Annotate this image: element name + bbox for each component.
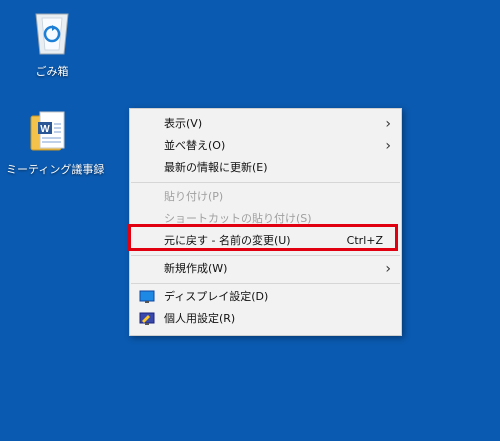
recycle-bin-label: ごみ箱: [35, 65, 69, 78]
menu-item-label: 個人用設定(R): [164, 312, 236, 325]
menu-item-label: 新規作成(W): [164, 262, 228, 275]
menu-item-sort[interactable]: 並べ替え(O) ›: [130, 135, 401, 157]
menu-separator: [131, 283, 400, 284]
menu-item-label: 並べ替え(O): [164, 139, 226, 152]
document-label: ミーティング議事録: [6, 163, 105, 176]
menu-item-paste: 貼り付け(P): [130, 186, 401, 208]
menu-item-view[interactable]: 表示(V) ›: [130, 113, 401, 135]
highlight-box: [128, 224, 398, 251]
menu-separator: [131, 182, 400, 183]
menu-item-display-settings[interactable]: ディスプレイ設定(D): [130, 286, 401, 308]
document-desktop-icon[interactable]: W ミーティング議事録: [6, 110, 105, 177]
menu-item-refresh[interactable]: 最新の情報に更新(E): [130, 157, 401, 179]
chevron-right-icon: ›: [385, 138, 391, 154]
menu-item-label: 最新の情報に更新(E): [164, 161, 268, 174]
word-document-icon: W: [30, 111, 65, 151]
menu-item-label: 表示(V): [164, 117, 203, 130]
menu-separator: [131, 255, 400, 256]
chevron-right-icon: ›: [385, 261, 391, 277]
recycle-bin-icon: [35, 13, 69, 55]
desktop-context-menu: 表示(V) › 並べ替え(O) › 最新の情報に更新(E) 貼り付け(P) ショ…: [129, 108, 402, 336]
menu-item-label: 貼り付け(P): [164, 190, 224, 203]
menu-item-personalize[interactable]: 個人用設定(R): [130, 308, 401, 330]
menu-item-label: ディスプレイ設定(D): [164, 290, 269, 303]
chevron-right-icon: ›: [385, 116, 391, 132]
menu-item-new[interactable]: 新規作成(W) ›: [130, 258, 401, 280]
personalize-icon: [139, 312, 155, 325]
svg-text:W: W: [40, 124, 50, 135]
recycle-bin-desktop-icon[interactable]: ごみ箱: [10, 8, 94, 79]
display-icon: [139, 290, 155, 303]
